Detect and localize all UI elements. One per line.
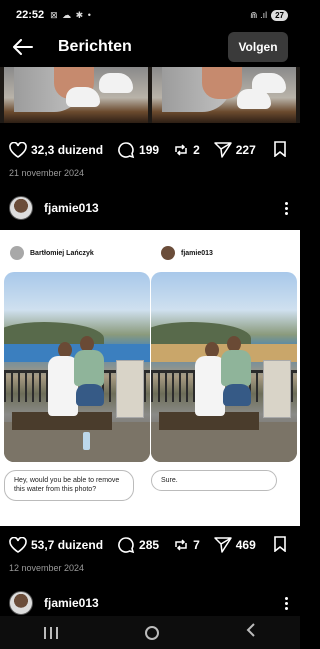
comment-count: 285 xyxy=(139,538,160,552)
avatar[interactable] xyxy=(9,591,33,615)
home-icon[interactable] xyxy=(144,625,159,640)
left-chip: Bartłomiej Lańczyk xyxy=(10,246,94,260)
share-count: 227 xyxy=(235,143,256,157)
share-button[interactable]: 469 xyxy=(214,537,256,553)
repost-count: 7 xyxy=(193,538,200,552)
page-title: Berichten xyxy=(58,38,132,55)
repost-icon xyxy=(175,144,187,156)
post-date: 21 november 2024 xyxy=(9,168,85,178)
right-chip-name: fjamie013 xyxy=(181,249,213,257)
heart-icon xyxy=(9,537,27,553)
post-image[interactable]: Bartłomiej Lańczyk Hey, would you be abl… xyxy=(0,230,300,526)
back-arrow-icon[interactable] xyxy=(12,36,34,58)
right-chip: fjamie013 xyxy=(161,246,213,260)
like-count: 53,7 duizend xyxy=(31,538,104,552)
post-author: fjamie013 xyxy=(9,195,291,221)
comment-button[interactable]: 199 xyxy=(117,141,159,159)
collage-left: Bartłomiej Lańczyk Hey, would you be abl… xyxy=(4,230,150,526)
more-icon[interactable] xyxy=(281,201,291,215)
original-photo xyxy=(4,272,150,462)
status-bar: 22:52 ⊠ ☁ ✱ • ⋒ .ıl 27 xyxy=(0,0,300,30)
repost-count: 2 xyxy=(193,143,200,157)
avatar xyxy=(161,246,175,260)
repost-button[interactable]: 7 xyxy=(173,537,200,553)
post-author: fjamie013 xyxy=(9,590,291,616)
like-count: 32,3 duizend xyxy=(31,143,104,157)
comment-count: 199 xyxy=(139,143,160,157)
status-time: 22:52 xyxy=(16,9,45,21)
edited-photo xyxy=(151,272,297,462)
collage-right: fjamie013 Sure. xyxy=(151,230,297,526)
wifi-signal-icon: ⋒ .ıl xyxy=(250,9,268,20)
heart-icon xyxy=(9,142,27,158)
post-actions: 32,3 duizend 199 2 227 xyxy=(0,136,300,164)
battery-icon: 27 xyxy=(271,9,288,21)
notification-icons: ⊠ ☁ ✱ • xyxy=(50,9,92,20)
share-count: 469 xyxy=(235,538,256,552)
comment-icon xyxy=(118,142,135,159)
recent-apps-icon[interactable] xyxy=(43,626,58,639)
post-image-top[interactable] xyxy=(0,67,300,123)
bookmark-icon[interactable] xyxy=(273,535,287,555)
like-button[interactable]: 32,3 duizend xyxy=(9,142,103,158)
repost-button[interactable]: 2 xyxy=(173,142,200,158)
author-username[interactable]: fjamie013 xyxy=(44,201,99,215)
chat-bubble-request: Hey, would you be able to remove this wa… xyxy=(4,470,134,501)
avatar[interactable] xyxy=(9,196,33,220)
comment-button[interactable]: 285 xyxy=(117,536,159,554)
avatar xyxy=(10,246,24,260)
left-chip-name: Bartłomiej Lańczyk xyxy=(30,249,94,257)
bookmark-icon[interactable] xyxy=(273,140,287,160)
repost-icon xyxy=(175,539,187,551)
comment-icon xyxy=(118,537,135,554)
chat-bubble-reply: Sure. xyxy=(151,470,277,492)
system-nav-bar xyxy=(0,616,300,649)
author-username[interactable]: fjamie013 xyxy=(44,596,99,610)
photo-right xyxy=(152,67,296,123)
send-icon xyxy=(214,537,232,553)
share-button[interactable]: 227 xyxy=(214,142,256,158)
photo-left xyxy=(4,67,148,123)
post-actions: 53,7 duizend 285 7 469 xyxy=(0,531,300,559)
back-nav-icon[interactable] xyxy=(246,623,256,642)
send-icon xyxy=(214,142,232,158)
post-date: 12 november 2024 xyxy=(9,563,85,573)
top-bar: Berichten Volgen xyxy=(0,30,300,64)
like-button[interactable]: 53,7 duizend xyxy=(9,537,103,553)
more-icon[interactable] xyxy=(281,596,291,610)
follow-button[interactable]: Volgen xyxy=(228,32,288,62)
status-right: ⋒ .ıl 27 xyxy=(250,9,288,21)
